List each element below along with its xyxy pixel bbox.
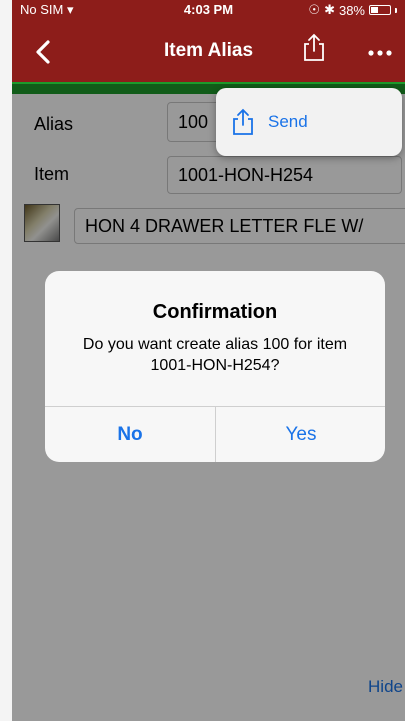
share-icon[interactable]	[300, 32, 328, 62]
send-menu-item[interactable]: Send	[268, 112, 308, 132]
status-right-group: ☉ ✱ 38%	[308, 2, 397, 18]
confirmation-dialog: Confirmation Do you want create alias 10…	[45, 271, 385, 462]
share-icon	[233, 108, 253, 135]
share-popover: Send	[216, 88, 402, 156]
yes-button[interactable]: Yes	[216, 407, 385, 462]
dialog-title: Confirmation	[152, 301, 278, 323]
bluetooth-icon: ✱	[324, 2, 335, 17]
app-screen: No SIM ▾ 4:03 PM ☉ ✱ 38% Item Alias Alia…	[12, 0, 405, 721]
page-title: Item Alias	[163, 40, 254, 61]
no-button[interactable]: No	[45, 407, 215, 462]
more-icon[interactable]	[366, 48, 394, 58]
lock-rotation-icon: ☉	[308, 2, 321, 17]
battery-fill	[371, 7, 378, 13]
status-bar: No SIM ▾ 4:03 PM ☉ ✱ 38%	[12, 0, 405, 20]
battery-icon	[369, 5, 391, 15]
battery-percent: 38%	[338, 2, 365, 18]
battery-tip	[395, 7, 397, 13]
navigation-bar: Item Alias	[12, 20, 405, 84]
dialog-message: Do you want create alias 100 for item 10…	[82, 336, 348, 374]
